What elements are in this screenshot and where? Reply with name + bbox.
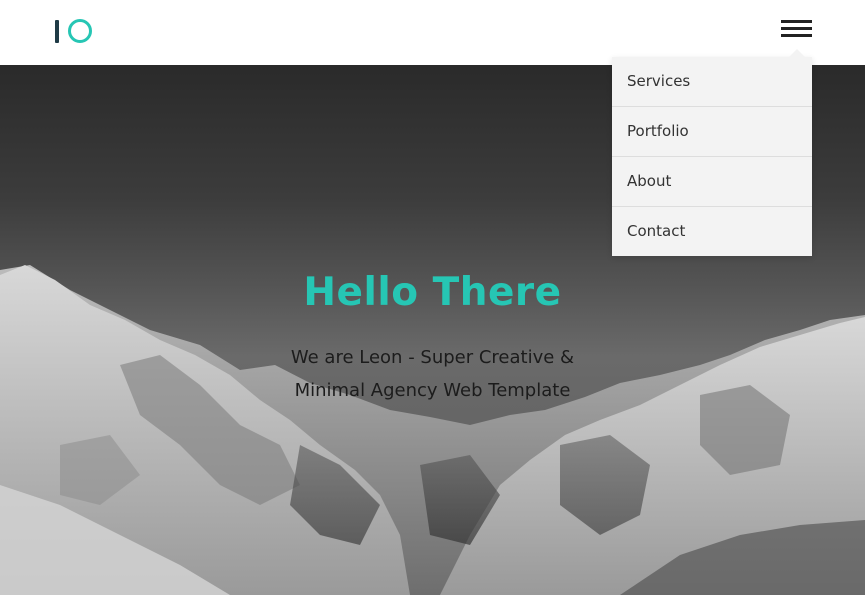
logo-bar [55, 20, 59, 43]
site-header [0, 0, 865, 65]
logo-ring [68, 19, 92, 43]
nav-item-about[interactable]: About [612, 157, 812, 207]
hero-subtitle-line-1: We are Leon - Super Creative & [290, 347, 575, 368]
nav-item-contact[interactable]: Contact [612, 207, 812, 256]
nav-item-services[interactable]: Services [612, 57, 812, 107]
dropdown-caret [788, 49, 806, 58]
hero-title: Hello There [303, 270, 562, 315]
logo-icon[interactable] [55, 19, 95, 45]
hamburger-menu-icon[interactable] [781, 20, 813, 40]
hero-subtitle-line-2: Minimal Agency Web Template [294, 380, 571, 401]
nav-dropdown-menu: Services Portfolio About Contact [612, 57, 812, 256]
nav-item-portfolio[interactable]: Portfolio [612, 107, 812, 157]
hero-subtitle: We are Leon - Super Creative & Minimal A… [0, 341, 865, 407]
